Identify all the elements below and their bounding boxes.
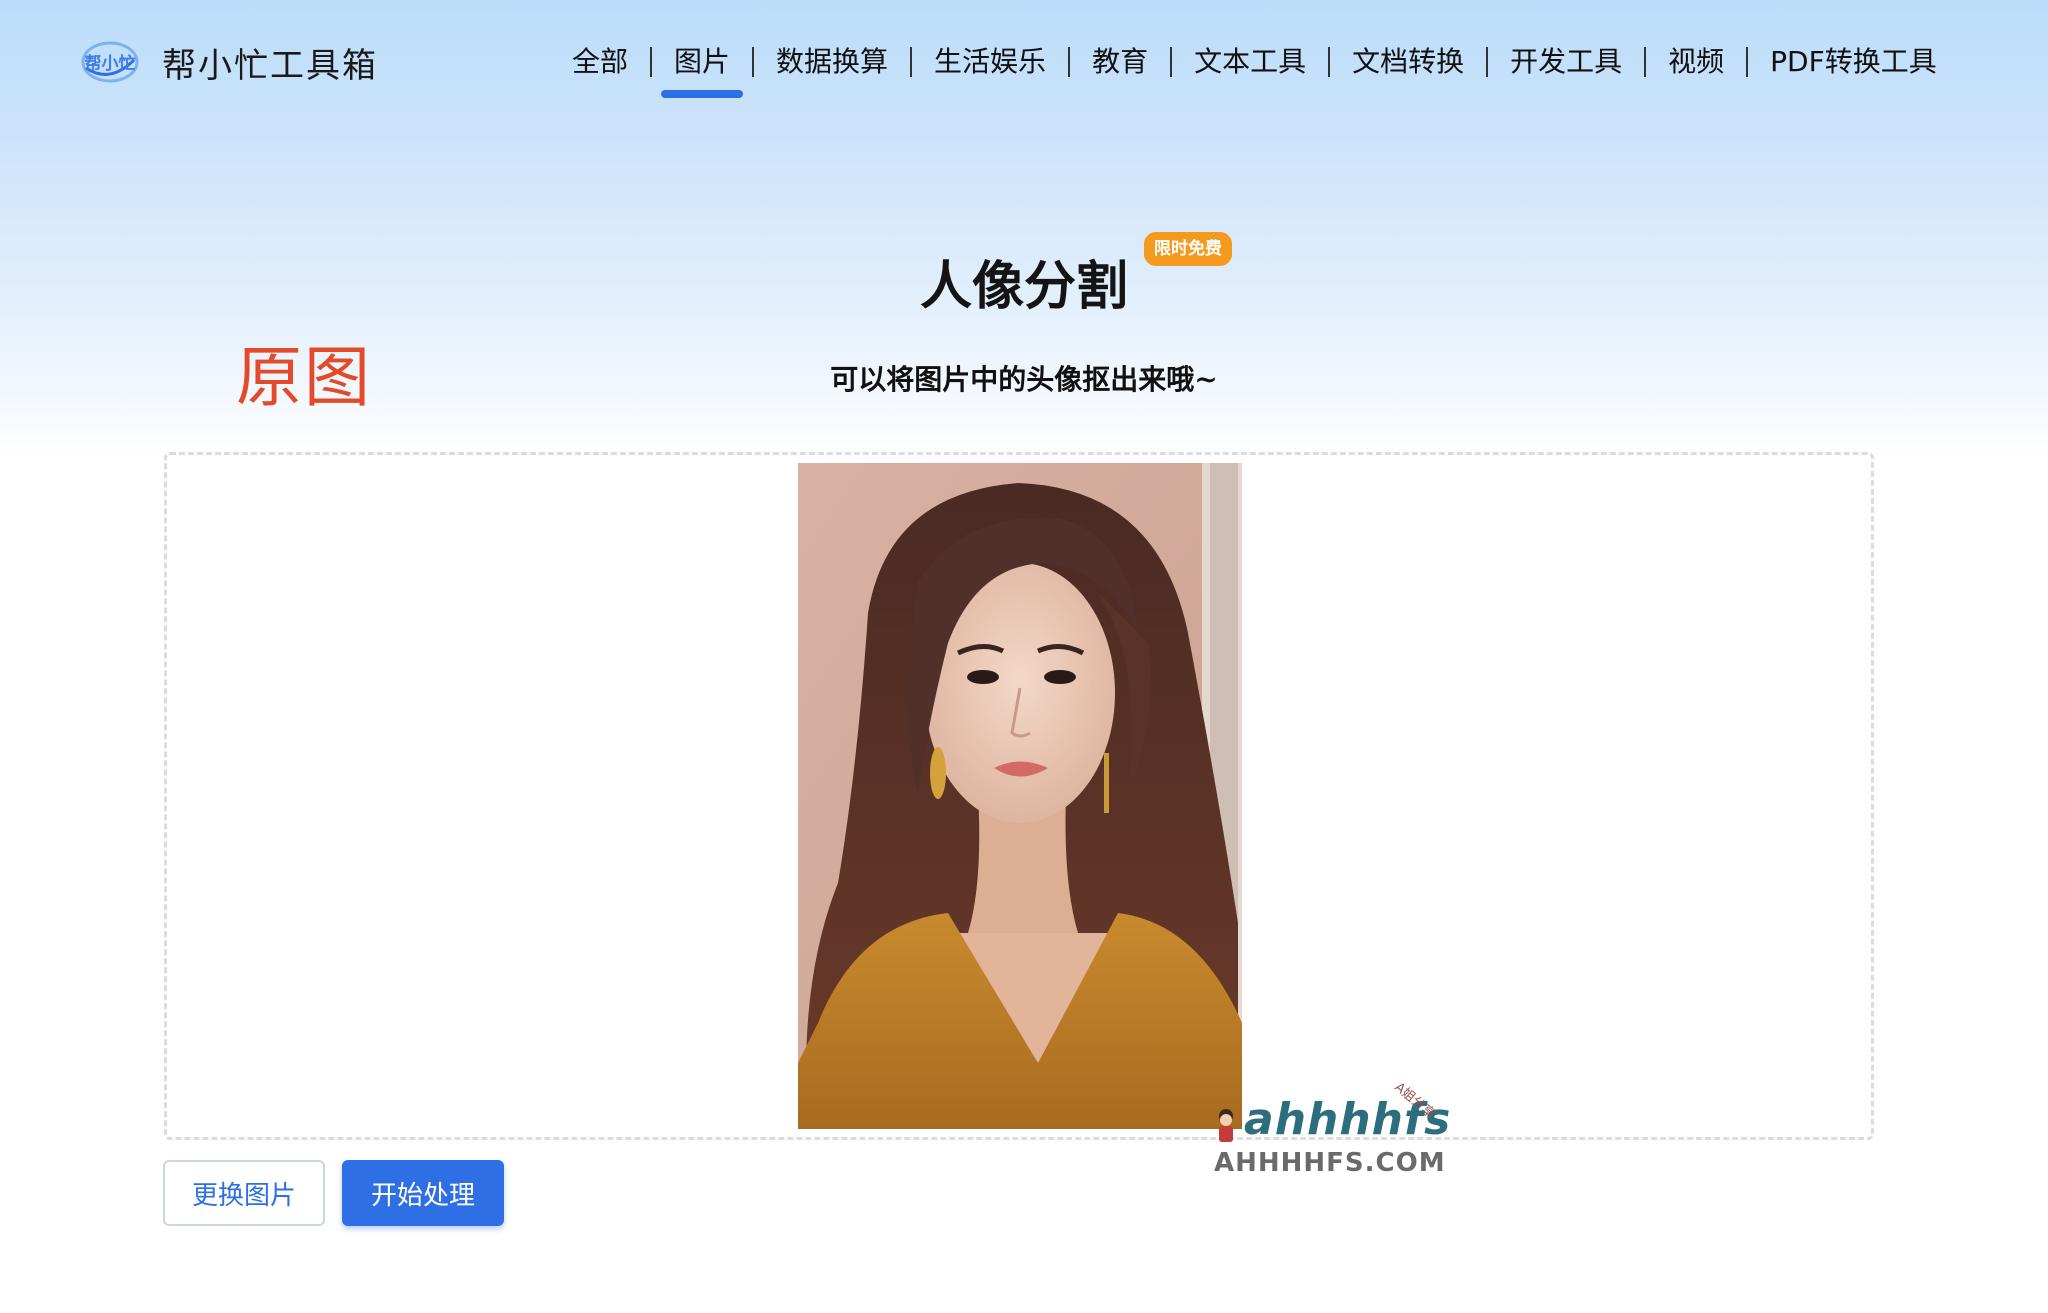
nav-item-video[interactable]: 视频	[1646, 40, 1746, 84]
brand-name[interactable]: 帮小忙工具箱	[162, 38, 378, 87]
change-image-button[interactable]: 更换图片	[163, 1160, 325, 1226]
nav-item-lifestyle[interactable]: 生活娱乐	[912, 40, 1068, 84]
nav-item-dev-tools[interactable]: 开发工具	[1488, 40, 1644, 84]
watermark-domain: AHHHHFS.COM	[1214, 1148, 1446, 1178]
nav-item-all[interactable]: 全部	[550, 40, 650, 84]
nav-item-image[interactable]: 图片	[652, 40, 752, 84]
free-badge: 限时免费	[1144, 232, 1232, 266]
nav-item-text-tools[interactable]: 文本工具	[1172, 40, 1328, 84]
portrait-photo	[798, 463, 1242, 1129]
page-subtitle: 可以将图片中的头像抠出来哦~	[830, 363, 1218, 396]
start-processing-button[interactable]: 开始处理	[342, 1160, 504, 1226]
nav-item-education[interactable]: 教育	[1070, 40, 1170, 84]
page-title: 人像分割	[919, 256, 1128, 317]
nav-item-data-conversion[interactable]: 数据换算	[754, 40, 910, 84]
watermark-mascot-icon	[1214, 1108, 1238, 1144]
logo-icon[interactable]: 帮小忙	[80, 38, 140, 86]
site-watermark: ahhhhfs A姐分享 AHHHHFS.COM	[1214, 1080, 1450, 1178]
top-header: 帮小忙 帮小忙工具箱 全部 图片 数据换算 生活娱乐 教育 文本工具 文档转换 …	[0, 0, 2048, 130]
nav-item-pdf-tools[interactable]: PDF转换工具	[1748, 40, 1959, 84]
logo-text: 帮小忙	[85, 53, 136, 74]
main-nav: 全部 图片 数据换算 生活娱乐 教育 文本工具 文档转换 开发工具 视频 PDF…	[550, 40, 1959, 84]
page-title-row: 人像分割 限时免费	[0, 232, 2048, 319]
nav-item-doc-convert[interactable]: 文档转换	[1330, 40, 1486, 84]
